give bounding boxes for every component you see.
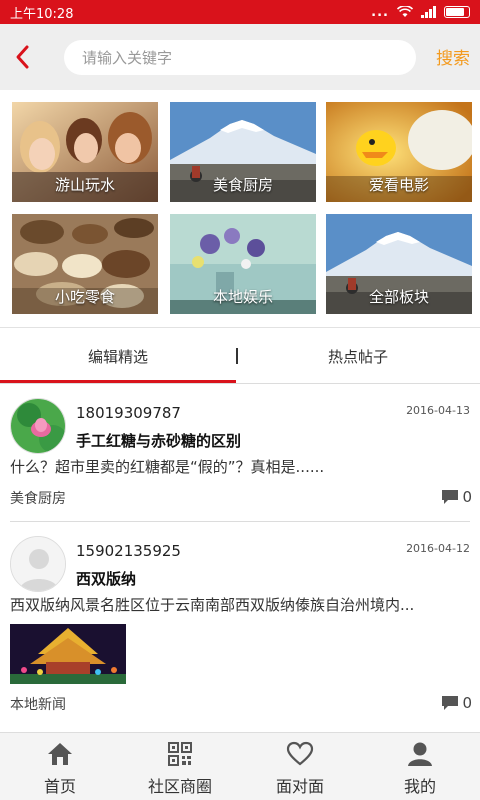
category-label: 全部板块 — [368, 288, 429, 306]
header: 搜索 — [0, 24, 480, 90]
category-tile-entertainment[interactable]: 本地娱乐 — [170, 214, 316, 314]
lotus-avatar[interactable] — [10, 398, 66, 454]
category-label: 游山玩水 — [54, 176, 115, 194]
comment-count[interactable]: 0 — [441, 488, 472, 506]
comment-count-value: 0 — [462, 488, 472, 506]
category-tile-movies[interactable]: 爱看电影 — [326, 102, 472, 202]
post-username[interactable]: 18019309787 — [76, 404, 181, 422]
lotus-avatar-image — [11, 399, 65, 453]
nav-label: 首页 — [43, 777, 76, 796]
category-tile-all[interactable]: 全部板块 — [326, 214, 472, 314]
post-title[interactable]: 西双版纳 — [76, 568, 136, 589]
comment-icon — [442, 490, 459, 504]
post-excerpt[interactable]: 什么？超市里卖的红糖都是“假的”？真相是...... — [10, 456, 472, 477]
default-avatar[interactable] — [10, 536, 66, 592]
category-label: 爱看电影 — [368, 176, 429, 194]
nav-label: 我的 — [403, 777, 436, 796]
comment-count-value: 0 — [462, 694, 472, 712]
tab-hot-posts[interactable]: 热点帖子 — [240, 330, 476, 382]
status-bar: 上午10:28 ... — [0, 0, 480, 24]
search-input[interactable] — [82, 48, 416, 67]
category-label: 本地娱乐 — [212, 288, 273, 306]
chevron-left-icon — [16, 45, 29, 69]
post-item[interactable]: 15902135925 2016-04-12 西双版纳 西双版纳风景名胜区位于云… — [0, 522, 480, 730]
category-tile-food[interactable]: 美食厨房 — [170, 102, 316, 202]
post-excerpt[interactable]: 西双版纳风景名胜区位于云南南部西双版纳傣族自治州境内... — [10, 594, 472, 615]
signal-icon — [421, 6, 436, 18]
nav-item-profile[interactable]: 我的 — [360, 733, 480, 800]
festival-photo — [10, 624, 126, 684]
post-category[interactable]: 美食厨房 — [10, 488, 66, 508]
nav-label: 社区商圈 — [147, 777, 212, 796]
nav-item-home[interactable]: 首页 — [0, 733, 120, 800]
post-title[interactable]: 手工红糖与赤砂糖的区别 — [76, 430, 241, 451]
comment-count[interactable]: 0 — [441, 694, 472, 712]
comment-icon — [442, 696, 459, 710]
nav-label: 面对面 — [275, 777, 324, 796]
battery-icon — [444, 6, 470, 18]
category-tile-snacks[interactable]: 小吃零食 — [12, 214, 158, 314]
tab-divider — [236, 348, 238, 364]
search-box[interactable] — [64, 40, 416, 75]
category-label: 美食厨房 — [212, 176, 273, 194]
category-tile-travel[interactable]: 游山玩水 — [12, 102, 158, 202]
search-button[interactable]: 搜索 — [436, 44, 470, 69]
category-grid: 游山玩水 美食厨房 爱看电影 小吃零食 本地娱乐 全部板块 — [0, 90, 480, 328]
post-thumbnail[interactable] — [10, 624, 126, 684]
wifi-icon — [397, 6, 413, 17]
category-label: 小吃零食 — [54, 288, 115, 306]
qr-code-icon — [168, 742, 192, 766]
nav-item-community[interactable]: 社区商圈 — [120, 733, 240, 800]
home-icon — [48, 743, 72, 765]
tab-bar: 编辑精选 热点帖子 — [0, 330, 480, 384]
bottom-nav: 首页 社区商圈 面对面 我的 — [0, 732, 480, 800]
post-category[interactable]: 本地新闻 — [10, 694, 66, 714]
status-time: 上午10:28 — [10, 6, 74, 22]
post-username[interactable]: 15902135925 — [76, 542, 181, 560]
post-date: 2016-04-12 — [406, 542, 470, 555]
more-dots-icon: ... — [371, 4, 389, 20]
tab-editor-picks[interactable]: 编辑精选 — [0, 330, 236, 382]
back-button[interactable] — [0, 24, 46, 90]
heart-icon — [286, 741, 314, 766]
status-icons: ... — [371, 5, 470, 20]
default-avatar-image — [11, 537, 65, 591]
user-icon — [408, 742, 432, 766]
post-date: 2016-04-13 — [406, 404, 470, 417]
active-tab-indicator — [0, 380, 236, 383]
post-item[interactable]: 18019309787 2016-04-13 手工红糖与赤砂糖的区别 什么？超市… — [0, 384, 480, 522]
nav-item-face-to-face[interactable]: 面对面 — [240, 733, 360, 800]
